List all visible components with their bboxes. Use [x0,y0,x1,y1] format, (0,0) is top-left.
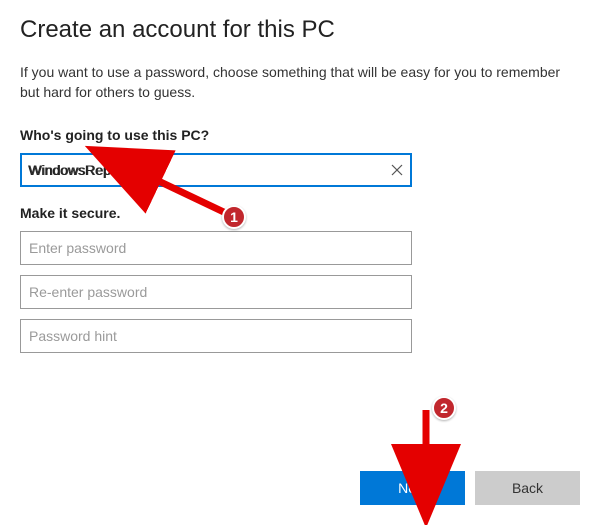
reenter-password-input[interactable] [20,275,412,309]
secure-label: Make it secure. [20,205,580,221]
username-label: Who's going to use this PC? [20,127,580,143]
clear-icon[interactable] [390,163,404,177]
next-button[interactable]: Next [360,471,465,505]
footer-buttons: Next Back [360,471,580,505]
page-title: Create an account for this PC [20,16,580,44]
annotation-badge-2: 2 [432,396,456,420]
username-input[interactable] [20,153,412,187]
password-hint-input[interactable] [20,319,412,353]
username-field-wrap: WindowsReport [20,153,412,187]
password-input[interactable] [20,231,412,265]
page-description: If you want to use a password, choose so… [20,62,580,103]
back-button[interactable]: Back [475,471,580,505]
